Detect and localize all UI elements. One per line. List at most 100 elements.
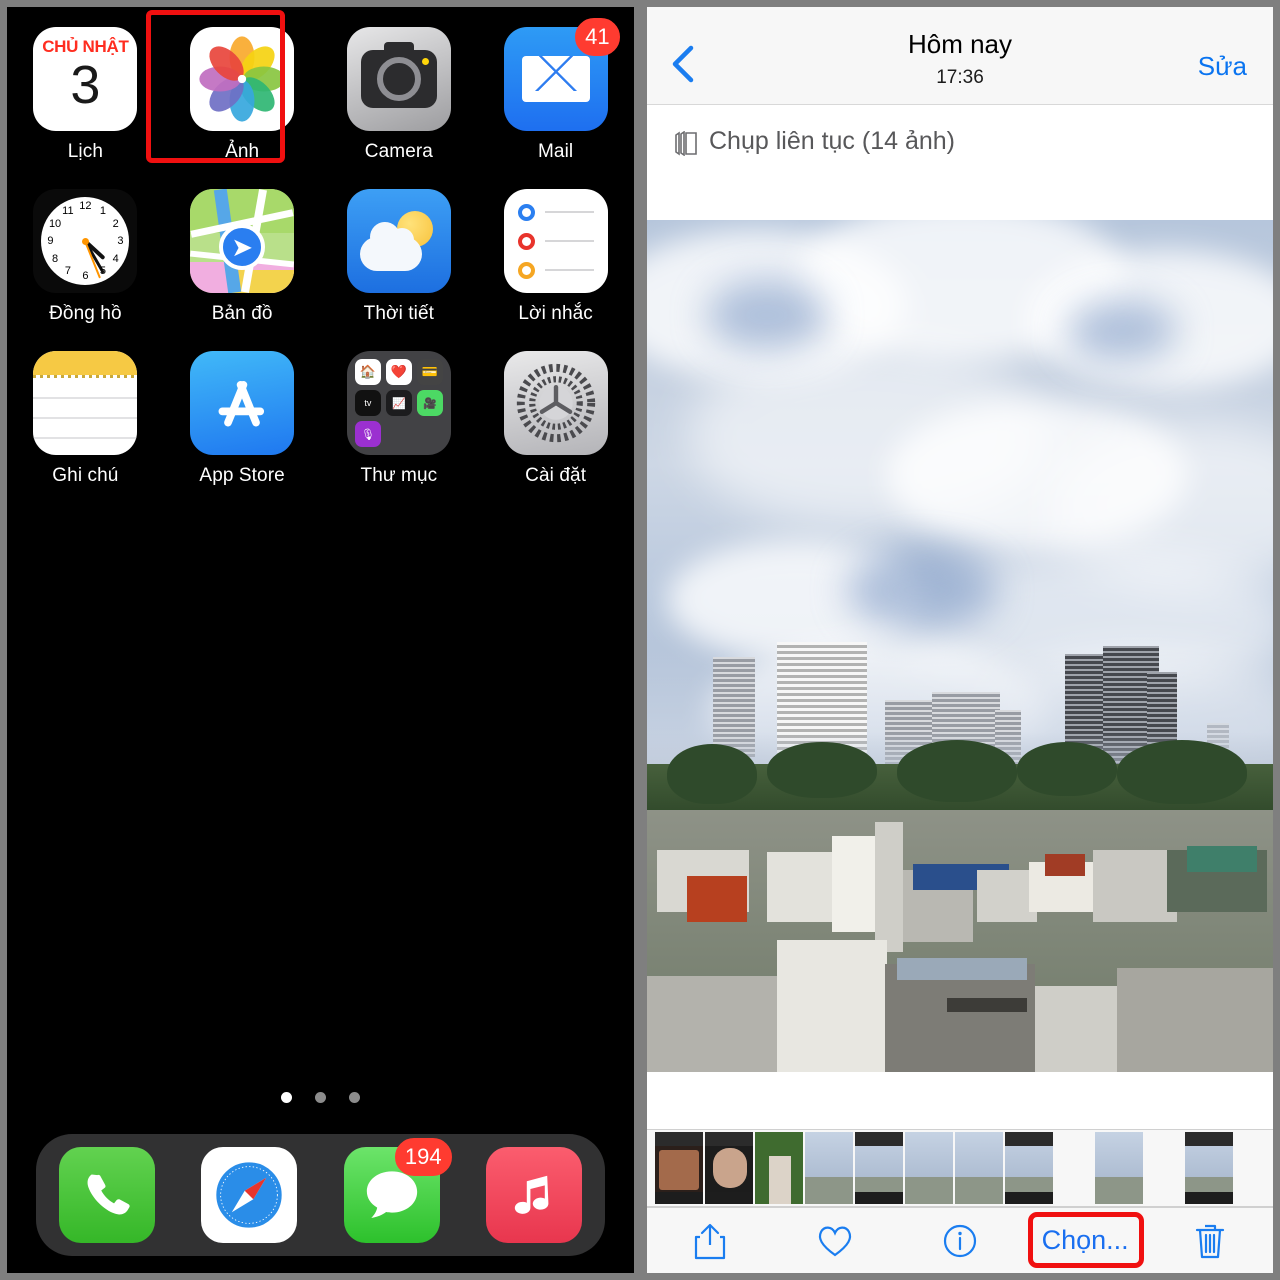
select-label: Chọn... xyxy=(1041,1225,1129,1255)
app-grid: CHỦ NHẬT 3 Lịch Ảnh Camera 41 Mail 1 2 3… xyxy=(7,10,634,513)
clock-numeral: 7 xyxy=(64,265,71,278)
thumbnail-item[interactable] xyxy=(655,1132,703,1204)
thumbnail-item[interactable] xyxy=(755,1132,803,1204)
messages-bubble-icon[interactable]: 194 xyxy=(343,1138,452,1243)
app-camera[interactable]: Camera xyxy=(321,27,478,189)
main-photo xyxy=(647,220,1273,1072)
app-row-2: 1 2 3 4 5 6 7 8 9 10 11 12 Đồng hồ ➤ Bản… xyxy=(7,189,634,351)
page-dot-3[interactable] xyxy=(349,1092,360,1103)
phone-icon[interactable] xyxy=(59,1147,156,1243)
wallet-icon: 💳 xyxy=(416,359,443,385)
burst-label: Chụp liên tục (14 ảnh) xyxy=(709,127,955,155)
app-label-camera: Camera xyxy=(364,141,433,162)
screenshot-root: CHỦ NHẬT 3 Lịch Ảnh Camera 41 Mail 1 2 3… xyxy=(0,0,1280,1280)
clock-numeral: 3 xyxy=(117,235,124,247)
thumbnail-item[interactable] xyxy=(705,1132,753,1204)
photo-viewer[interactable] xyxy=(647,220,1273,1072)
page-dot-1[interactable] xyxy=(281,1092,292,1103)
notes-icon xyxy=(33,351,138,455)
maps-icon: ➤ xyxy=(190,189,295,293)
music-note-icon[interactable] xyxy=(485,1147,582,1243)
photos-nav-bar: Hôm nay 17:36 Sửa xyxy=(647,7,1273,105)
photos-toolbar: Chọn... xyxy=(647,1207,1273,1273)
calendar-icon: CHỦ NHẬT 3 xyxy=(33,27,138,131)
info-button[interactable] xyxy=(917,1215,1003,1267)
mail-badge: 41 xyxy=(575,18,620,56)
clock-numeral: 12 xyxy=(79,200,92,212)
thumbnail-item[interactable] xyxy=(905,1132,953,1204)
share-button[interactable] xyxy=(667,1215,753,1267)
thumbnail-item[interactable] xyxy=(1095,1132,1143,1204)
page-dots[interactable] xyxy=(7,1092,634,1103)
thumbnail-item-selected[interactable] xyxy=(1185,1132,1233,1204)
app-label-settings: Cài đặt xyxy=(525,465,587,486)
photos-app: Hôm nay 17:36 Sửa Chụp liên tục (14 ảnh) xyxy=(647,7,1273,1273)
app-label-weather: Thời tiết xyxy=(363,303,435,324)
facetime-icon: 🎥 xyxy=(416,390,443,416)
podcasts-icon: 🎙 xyxy=(354,421,381,447)
page-dot-2[interactable] xyxy=(315,1092,326,1103)
clock-numeral: 4 xyxy=(112,252,119,265)
app-row-1: CHỦ NHẬT 3 Lịch Ảnh Camera 41 Mail xyxy=(7,10,634,189)
weather-icon xyxy=(346,189,451,293)
app-label-folder: Thư mục xyxy=(360,465,438,486)
app-label-notes: Ghi chú xyxy=(52,465,119,486)
favorite-button[interactable] xyxy=(792,1215,878,1267)
share-icon xyxy=(694,1223,725,1259)
camera-icon xyxy=(346,27,451,131)
clock-numeral: 11 xyxy=(62,204,74,217)
clock-numeral: 9 xyxy=(47,235,54,247)
photos-icon xyxy=(190,27,295,131)
burst-stack-icon xyxy=(673,130,699,157)
thumbnail-strip[interactable] xyxy=(647,1129,1273,1207)
burst-info-row[interactable]: Chụp liên tục (14 ảnh) xyxy=(647,105,1273,220)
app-label-calendar: Lịch xyxy=(67,141,103,162)
app-label-appstore: App Store xyxy=(199,465,285,486)
home-icon: 🏠 xyxy=(354,359,381,385)
calendar-day-number: 3 xyxy=(70,55,101,115)
edit-button[interactable]: Sửa xyxy=(1198,51,1247,82)
clock-numeral: 10 xyxy=(48,217,62,230)
app-photos[interactable]: Ảnh xyxy=(145,10,321,189)
clock-numeral: 8 xyxy=(52,252,59,265)
app-maps[interactable]: ➤ Bản đồ xyxy=(164,189,321,351)
trash-icon xyxy=(1196,1224,1225,1258)
app-calendar[interactable]: CHỦ NHẬT 3 Lịch xyxy=(7,27,164,189)
folder-icon: 🏠 ❤️ 💳 tv 📈 🎥 🎙 xyxy=(346,351,451,455)
clock-numeral: 6 xyxy=(82,270,89,282)
thumbnail-item[interactable] xyxy=(805,1132,853,1204)
reminders-icon xyxy=(503,189,608,293)
app-row-3: Ghi chú App Store 🏠 ❤️ 💳 tv 📈 🎥 🎙 Thư mụ… xyxy=(7,351,634,513)
clock-numeral: 1 xyxy=(99,204,106,217)
calendar-day-of-week: CHỦ NHẬT xyxy=(42,37,129,56)
thumbnail-item[interactable] xyxy=(1005,1132,1053,1204)
app-label-clock: Đồng hồ xyxy=(49,303,122,324)
clock-icon: 1 2 3 4 5 6 7 8 9 10 11 12 xyxy=(33,189,138,293)
settings-gear-icon xyxy=(503,351,608,455)
app-settings[interactable]: Cài đặt xyxy=(477,351,634,513)
delete-button[interactable] xyxy=(1167,1215,1253,1267)
thumbnail-item[interactable] xyxy=(955,1132,1003,1204)
messages-badge: 194 xyxy=(394,1138,452,1176)
app-appstore[interactable]: App Store xyxy=(164,351,321,513)
apple-tv-icon: tv xyxy=(354,390,381,416)
clock-numeral: 2 xyxy=(112,217,119,230)
page-subtitle-time: 17:36 xyxy=(936,67,984,88)
app-mail[interactable]: 41 Mail xyxy=(477,18,634,189)
thumbnail-item[interactable] xyxy=(855,1132,903,1204)
app-label-maps: Bản đồ xyxy=(211,303,273,324)
app-clock[interactable]: 1 2 3 4 5 6 7 8 9 10 11 12 Đồng hồ xyxy=(7,189,164,351)
app-label-photos: Ảnh xyxy=(225,141,260,162)
safari-compass-icon[interactable] xyxy=(201,1147,298,1243)
app-notes[interactable]: Ghi chú xyxy=(7,351,164,513)
app-label-mail: Mail xyxy=(538,141,574,162)
page-title: Hôm nay xyxy=(907,29,1013,59)
app-label-reminders: Lời nhắc xyxy=(518,303,593,324)
app-folder[interactable]: 🏠 ❤️ 💳 tv 📈 🎥 🎙 Thư mục xyxy=(321,351,478,513)
app-reminders[interactable]: Lời nhắc xyxy=(477,189,634,351)
nav-title-group: Hôm nay 17:36 xyxy=(647,29,1273,89)
stocks-icon: 📈 xyxy=(385,390,412,416)
app-weather[interactable]: Thời tiết xyxy=(321,189,478,351)
health-icon: ❤️ xyxy=(385,359,412,385)
select-button[interactable]: Chọn... xyxy=(1028,1211,1145,1268)
